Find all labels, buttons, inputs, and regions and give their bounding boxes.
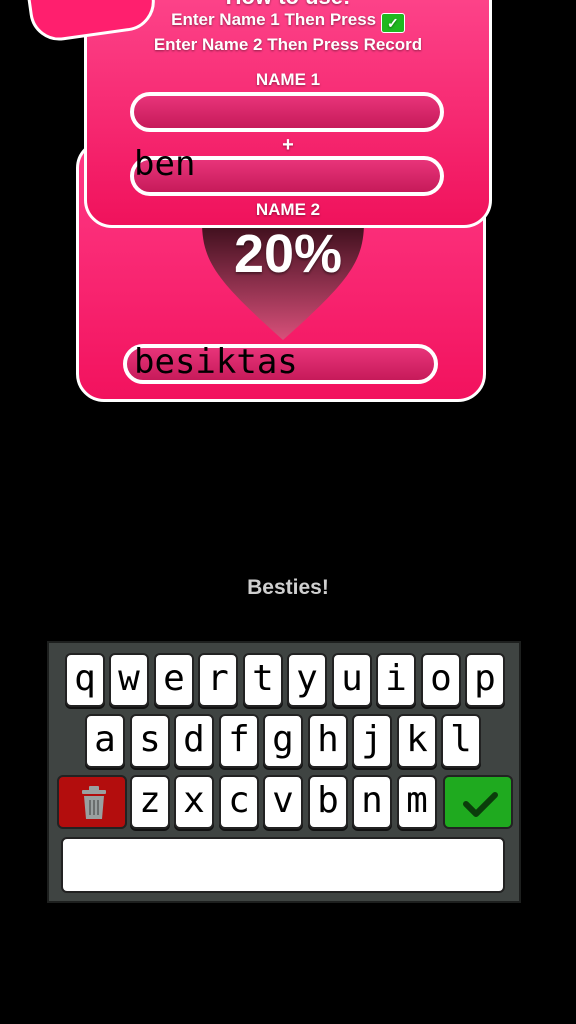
name1-display-text: ben <box>134 144 196 184</box>
key-b[interactable]: b <box>308 775 348 829</box>
key-d[interactable]: d <box>174 714 214 768</box>
key-j[interactable]: j <box>352 714 392 768</box>
key-v[interactable]: v <box>263 775 303 829</box>
key-r[interactable]: r <box>198 653 238 707</box>
instruction-line-1-text: Enter Name 1 Then Press <box>171 10 377 29</box>
name2-label: NAME 2 <box>255 200 321 219</box>
trash-icon <box>82 786 106 819</box>
keyboard-text-input[interactable] <box>61 837 505 893</box>
name1-field[interactable] <box>130 92 444 132</box>
checkmark-icon <box>463 792 498 817</box>
key-y[interactable]: y <box>287 653 327 707</box>
key-p[interactable]: p <box>465 653 505 707</box>
key-m[interactable]: m <box>397 775 437 829</box>
key-w[interactable]: w <box>109 653 149 707</box>
key-x[interactable]: x <box>174 775 214 829</box>
instruction-line-1: Enter Name 1 Then Press ✓ <box>84 10 492 33</box>
keyboard: q w e r t y u i o p a s d f g h j k l z … <box>47 641 521 903</box>
key-u[interactable]: u <box>332 653 372 707</box>
name2-display-text: besiktas <box>134 342 298 382</box>
how-to-title: How to use: <box>84 0 492 10</box>
key-o[interactable]: o <box>421 653 461 707</box>
key-z[interactable]: z <box>130 775 170 829</box>
key-a[interactable]: a <box>85 714 125 768</box>
key-l[interactable]: l <box>441 714 481 768</box>
instruction-line-2: Enter Name 2 Then Press Record <box>153 35 423 54</box>
key-g[interactable]: g <box>263 714 303 768</box>
key-t[interactable]: t <box>243 653 283 707</box>
match-percentage: 20% <box>233 224 343 284</box>
check-icon: ✓ <box>380 13 405 33</box>
key-i[interactable]: i <box>376 653 416 707</box>
result-text: Besties! <box>247 576 329 599</box>
delete-button[interactable] <box>57 775 127 829</box>
key-n[interactable]: n <box>352 775 392 829</box>
name1-label: NAME 1 <box>255 70 321 89</box>
key-h[interactable]: h <box>308 714 348 768</box>
key-e[interactable]: e <box>154 653 194 707</box>
key-q[interactable]: q <box>65 653 105 707</box>
key-s[interactable]: s <box>130 714 170 768</box>
key-f[interactable]: f <box>219 714 259 768</box>
key-c[interactable]: c <box>219 775 259 829</box>
confirm-button[interactable] <box>443 775 513 829</box>
key-k[interactable]: k <box>397 714 437 768</box>
